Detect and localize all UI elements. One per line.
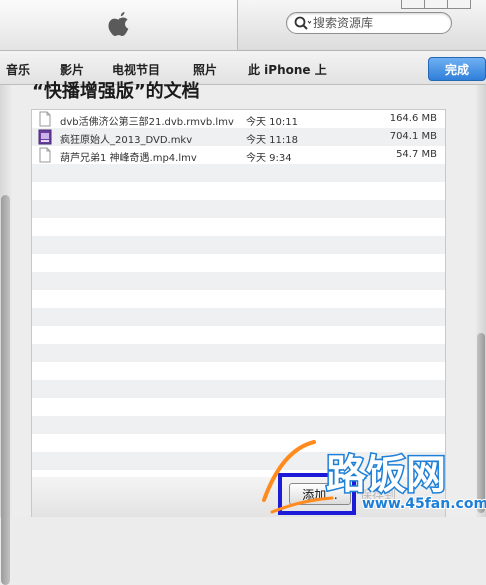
search-field[interactable] [286, 12, 452, 34]
file-time: 今天 11:18 [246, 135, 298, 146]
file-row[interactable]: 疯狂原始人_2013_DVD.mkv 今天 11:18 704.1 MB [32, 128, 445, 146]
search-input[interactable] [311, 16, 439, 30]
watermark-logo: 路饭网 www.45fan.com [262, 440, 486, 514]
left-scrollbar-thumb[interactable] [1, 195, 10, 585]
search-icon [294, 16, 311, 30]
apple-logo-icon [107, 12, 128, 36]
maximize-button[interactable] [424, 0, 448, 9]
left-scrollbar[interactable] [0, 85, 12, 585]
watermark-brand: 路饭网 [326, 452, 446, 498]
nav-item-music[interactable]: 音乐 [6, 61, 30, 78]
file-size: 704.1 MB [389, 131, 437, 142]
document-icon [39, 147, 51, 163]
file-name: dvb活佛济公第三部21.dvb.rmvb.lmv [60, 117, 234, 128]
status-display [0, 0, 238, 51]
video-file-icon [38, 129, 52, 145]
watermark-url: www.45fan.com [362, 496, 486, 512]
file-row[interactable]: 葫芦兄弟1 神峰奇遇.mp4.lmv 今天 9:34 54.7 MB [32, 146, 445, 164]
nav-item-movies[interactable]: 影片 [60, 61, 84, 78]
toolbar [0, 0, 486, 51]
nav-item-tv-shows[interactable]: 电视节目 [112, 61, 160, 78]
file-time: 今天 9:34 [246, 153, 292, 164]
file-name: 疯狂原始人_2013_DVD.mkv [60, 135, 193, 146]
file-size: 164.6 MB [389, 113, 437, 124]
file-name: 葫芦兄弟1 神峰奇遇.mp4.lmv [60, 153, 197, 164]
document-icon [39, 111, 51, 127]
file-row[interactable]: dvb活佛济公第三部21.dvb.rmvb.lmv 今天 10:11 164.6… [32, 110, 445, 128]
file-list: dvb活佛济公第三部21.dvb.rmvb.lmv 今天 10:11 164.6… [31, 109, 446, 479]
close-button[interactable] [447, 0, 471, 9]
done-button[interactable]: 完成 [428, 57, 486, 81]
minimize-button[interactable] [401, 0, 425, 9]
file-time: 今天 10:11 [246, 117, 298, 128]
nav-item-photos[interactable]: 照片 [193, 61, 217, 78]
file-size: 54.7 MB [396, 149, 437, 160]
nav-item-on-iphone[interactable]: 此 iPhone 上 [248, 61, 327, 78]
section-title: “快播增强版”的文档 [32, 81, 200, 102]
